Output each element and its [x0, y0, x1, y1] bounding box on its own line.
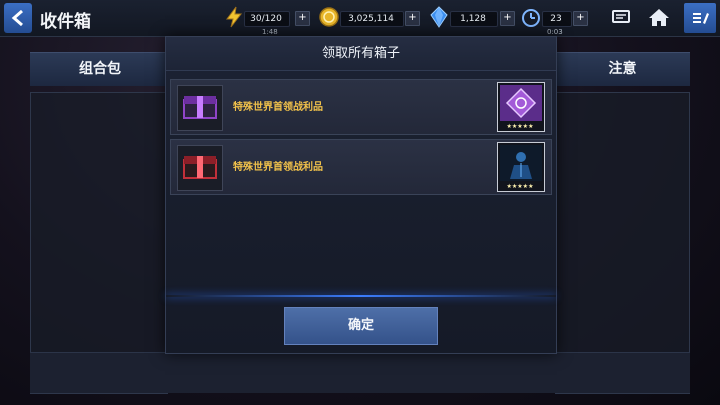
energy-value: 30/120	[250, 14, 282, 24]
left-panel-header: 组合包	[30, 52, 170, 86]
right-panel-header: 注意	[555, 52, 690, 86]
character-card-icon	[500, 145, 542, 181]
item-label: 特殊世界首领战利品	[233, 162, 323, 173]
bottom-strip	[30, 352, 690, 393]
reward-slot[interactable]: ★★★★★	[497, 142, 545, 192]
top-bar: 收件箱 30/120 1:48 + 3,025,114 + 1,128 + 23…	[0, 0, 720, 37]
right-panel-body	[555, 92, 690, 394]
stamina-plus-button[interactable]: +	[573, 11, 588, 26]
list-item[interactable]: 特殊世界首领战利品 ★★★★★	[170, 79, 552, 135]
timer-icon	[522, 9, 540, 27]
stamina-timer: 0:03	[547, 28, 563, 36]
glow-divider	[166, 295, 556, 297]
energy-timer: 1:48	[262, 28, 278, 36]
page-title: 收件箱	[40, 12, 91, 32]
energy-plus-button[interactable]: +	[295, 11, 310, 26]
purple-crystal-icon	[500, 85, 542, 121]
star-rating: ★★★★★	[506, 183, 534, 190]
confirm-button[interactable]: 确定	[284, 307, 438, 345]
gold-plus-button[interactable]: +	[405, 11, 420, 26]
loot-box-icon	[177, 85, 223, 131]
gold-coin-icon	[319, 7, 339, 27]
claim-all-dialog: 领取所有箱子 特殊世界首领战利品 ★★★★★ 特殊世界首领战利品 ★★★★★ 确…	[165, 36, 557, 354]
gold-value: 3,025,114	[348, 14, 394, 24]
right-panel-title: 注意	[608, 61, 637, 77]
chat-icon	[612, 10, 630, 23]
back-button[interactable]	[4, 3, 32, 33]
left-panel-body	[30, 92, 168, 394]
chat-button[interactable]	[605, 3, 637, 33]
menu-icon	[693, 13, 709, 24]
menu-button[interactable]	[684, 3, 716, 33]
crystal-value: 1,128	[460, 14, 486, 24]
left-panel-title: 组合包	[79, 61, 121, 77]
star-rating: ★★★★★	[506, 123, 534, 130]
home-button[interactable]	[643, 3, 675, 33]
home-icon	[649, 9, 669, 26]
crystal-icon	[430, 6, 448, 28]
loot-box-icon	[177, 145, 223, 191]
crystal-plus-button[interactable]: +	[500, 11, 515, 26]
lightning-icon	[226, 6, 243, 28]
stamina-value: 23	[550, 14, 562, 24]
reward-slot[interactable]: ★★★★★	[497, 82, 545, 132]
item-label: 特殊世界首领战利品	[233, 102, 323, 113]
dialog-title: 领取所有箱子	[166, 37, 556, 71]
back-arrow-icon	[11, 10, 23, 26]
list-item[interactable]: 特殊世界首领战利品 ★★★★★	[170, 139, 552, 195]
